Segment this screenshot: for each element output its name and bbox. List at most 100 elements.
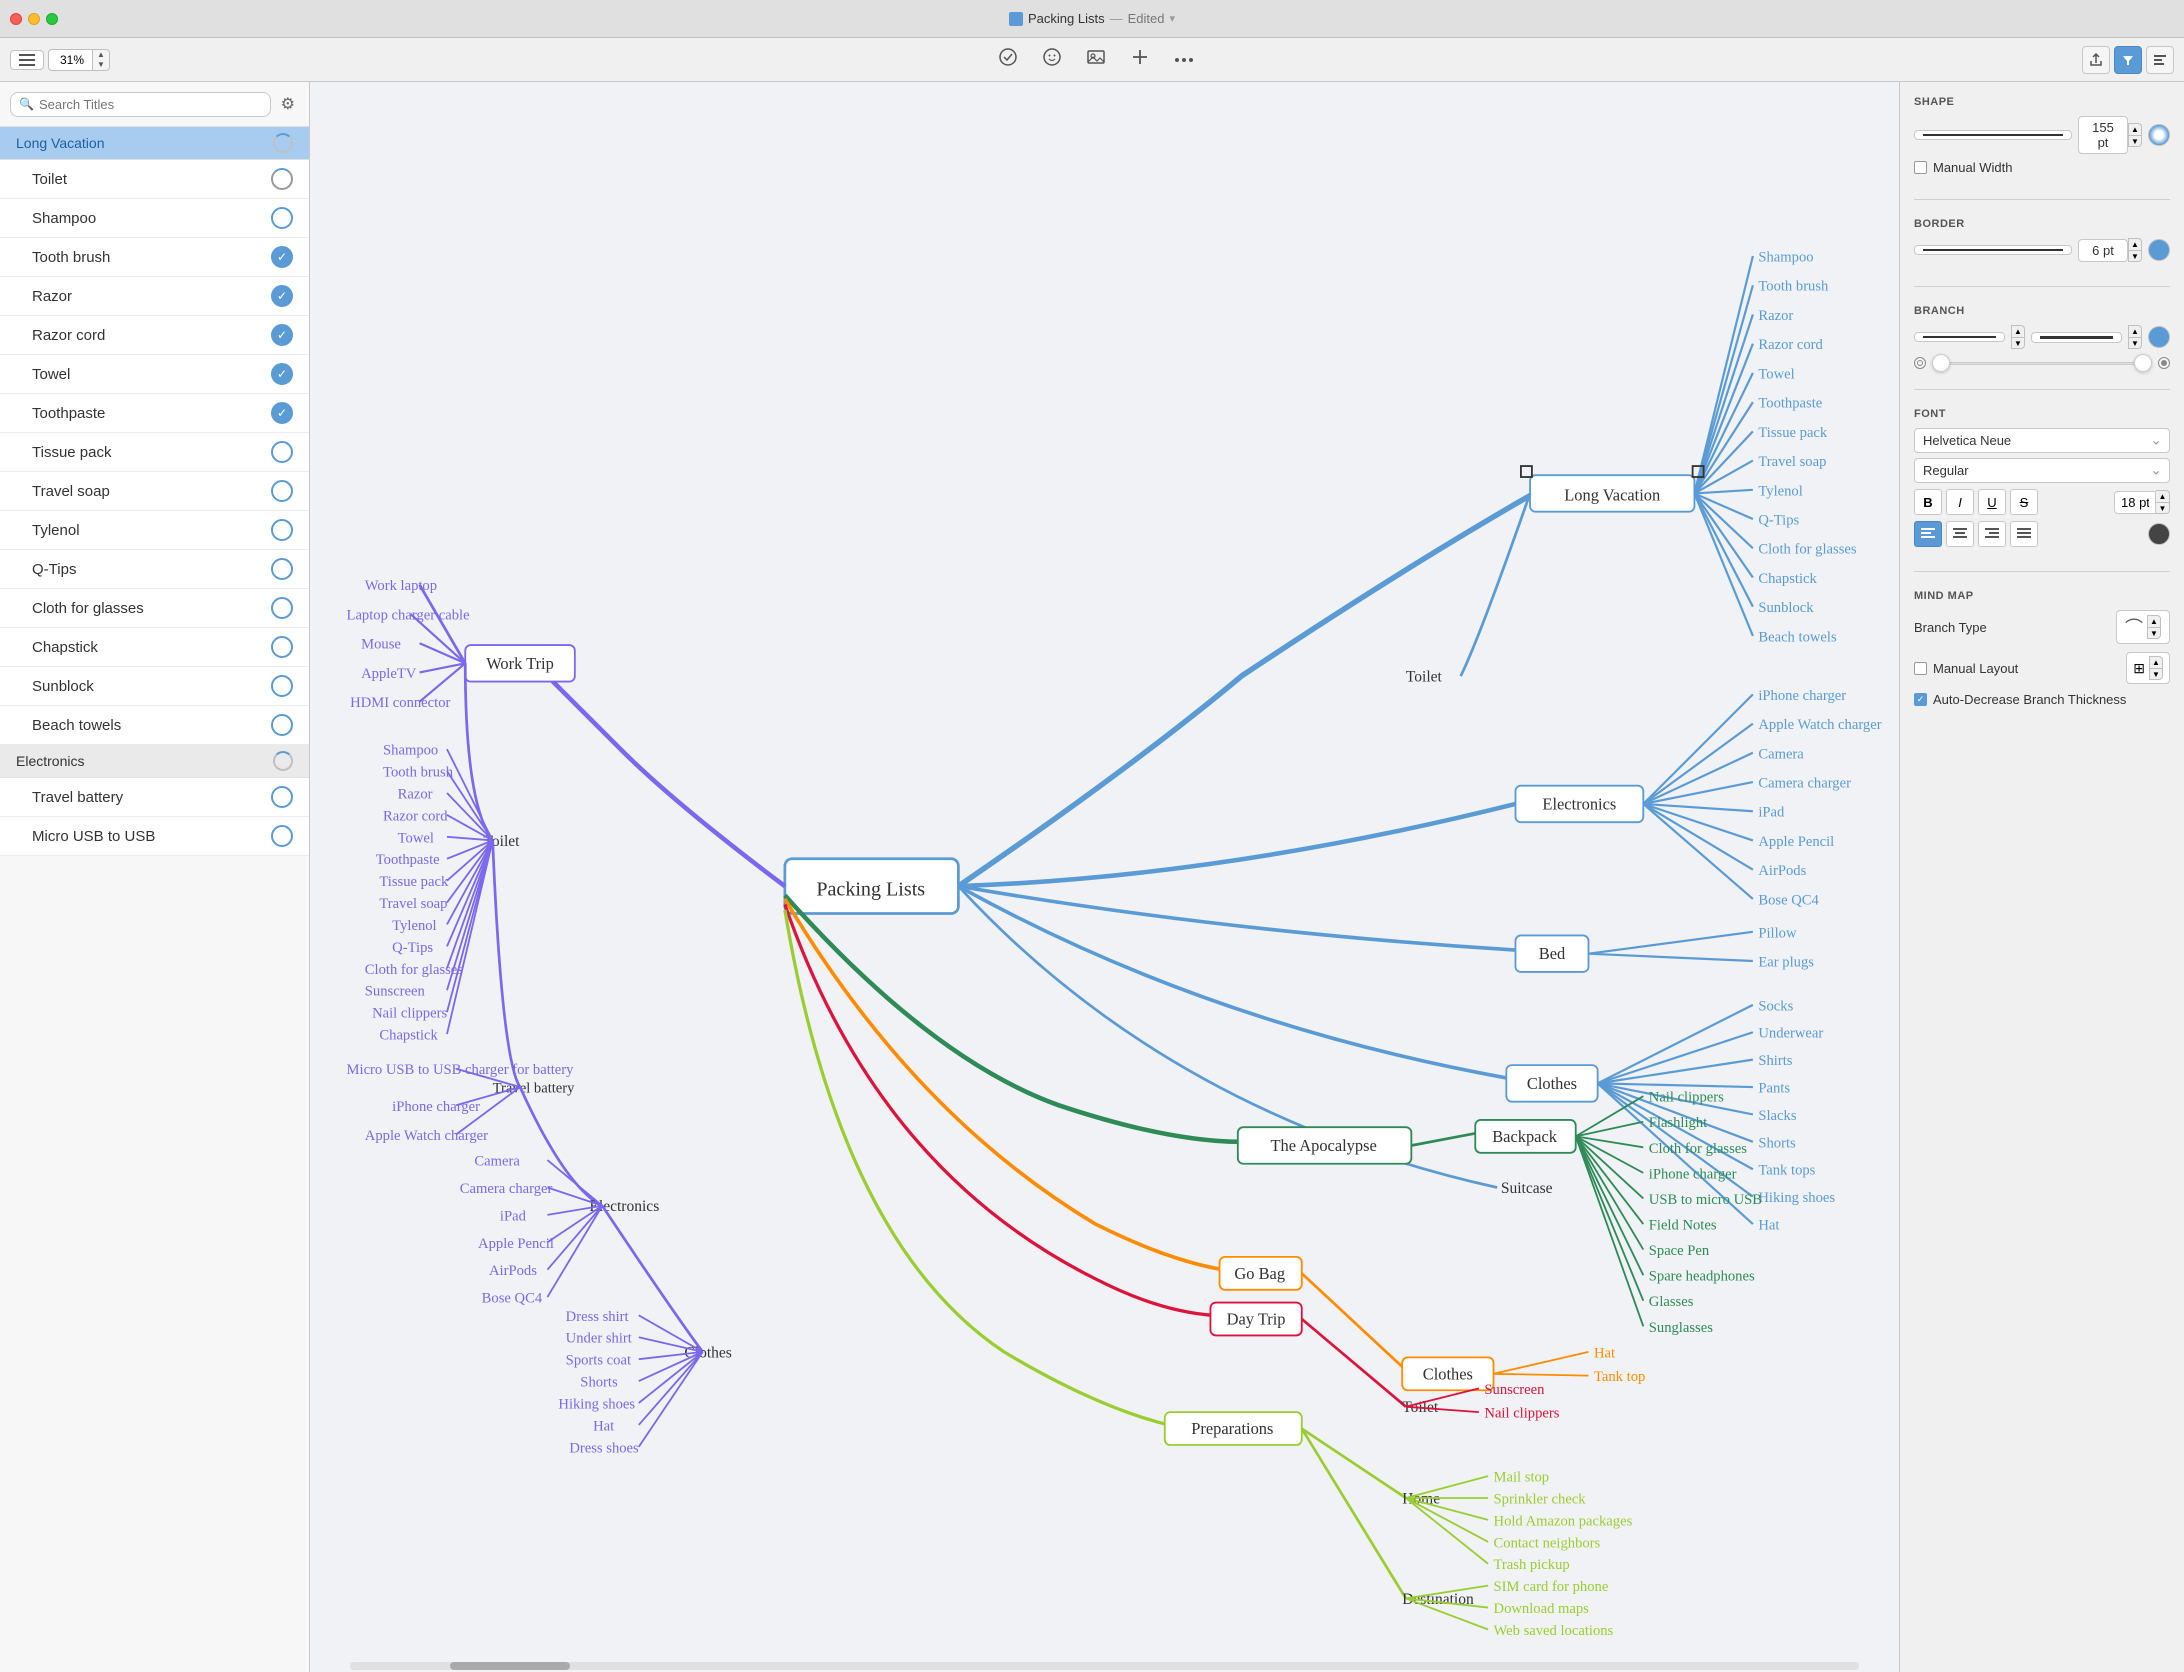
shape-pt-up[interactable]: ▲	[2128, 123, 2142, 135]
chevron-down-icon[interactable]: ▾	[1169, 12, 1175, 25]
sidebar-item-tissue-pack[interactable]: Tissue pack	[0, 433, 309, 472]
border-pt-up[interactable]: ▲	[2128, 238, 2142, 250]
canvas-area[interactable]: Packing Lists Long Vacation Shampoo Toot…	[310, 82, 1899, 1672]
shape-pt-value[interactable]: 155 pt	[2078, 116, 2128, 154]
font-size-down[interactable]: ▼	[2156, 502, 2170, 514]
branch-color-picker[interactable]	[2148, 326, 2170, 348]
shape-pt-down[interactable]: ▼	[2128, 135, 2142, 147]
sidebar-item-chapstick[interactable]: Chapstick	[0, 628, 309, 667]
check-button[interactable]	[990, 43, 1026, 76]
underline-button[interactable]: U	[1978, 489, 2006, 515]
filter-button[interactable]	[2114, 46, 2142, 74]
minimize-button[interactable]	[28, 13, 40, 25]
border-color-picker[interactable]	[2148, 239, 2170, 261]
border-line-style[interactable]	[1914, 245, 2072, 255]
branch-slider-track[interactable]	[1932, 355, 2152, 371]
align-left-button[interactable]	[1914, 521, 1942, 547]
slider-thumb-left[interactable]	[1932, 354, 1950, 372]
font-family-select[interactable]: Helvetica Neue	[1914, 428, 2170, 453]
zoom-up-button[interactable]: ▲	[93, 50, 109, 60]
item-check-sunblock[interactable]	[271, 675, 293, 697]
item-check-towel[interactable]: ✓	[271, 363, 293, 385]
branch-type-down[interactable]: ▼	[2147, 627, 2161, 639]
font-size-input[interactable]	[2114, 491, 2156, 514]
branch-width-up[interactable]: ▲	[2128, 325, 2142, 337]
outline-button[interactable]	[2146, 46, 2174, 74]
sidebar-item-travel-battery[interactable]: Travel battery	[0, 778, 309, 817]
manual-width-checkbox[interactable]	[1914, 161, 1927, 174]
layout-icon-button[interactable]: ⊞ ▲ ▼	[2126, 652, 2170, 684]
shape-line-style[interactable]	[1914, 130, 2072, 140]
item-check-toothpaste[interactable]: ✓	[271, 402, 293, 424]
font-color-picker[interactable]	[2148, 523, 2170, 545]
sidebar-item-label: Tylenol	[32, 522, 80, 539]
item-check-tissue-pack[interactable]	[271, 441, 293, 463]
maximize-button[interactable]	[46, 13, 58, 25]
layout-down[interactable]: ▼	[2149, 668, 2163, 680]
border-pt-down[interactable]: ▼	[2128, 250, 2142, 262]
align-right-button[interactable]	[1978, 521, 2006, 547]
scrollbar-thumb[interactable]	[450, 1662, 570, 1670]
item-check-beach-towels[interactable]	[271, 714, 293, 736]
item-check-tooth-brush[interactable]: ✓	[271, 246, 293, 268]
image-button[interactable]	[1078, 43, 1114, 76]
branch-type-up[interactable]: ▲	[2147, 615, 2161, 627]
manual-layout-checkbox[interactable]	[1914, 662, 1927, 675]
slider-thumb-right[interactable]	[2134, 354, 2152, 372]
sidebar-item-sunblock[interactable]: Sunblock	[0, 667, 309, 706]
item-check-razor-cord[interactable]: ✓	[271, 324, 293, 346]
branch-line-style2[interactable]	[2031, 332, 2122, 343]
face-button[interactable]	[1034, 43, 1070, 76]
close-button[interactable]	[10, 13, 22, 25]
sidebar-toggle-button[interactable]	[10, 50, 44, 70]
sidebar-item-tooth-brush[interactable]: Tooth brush ✓	[0, 238, 309, 277]
bold-button[interactable]: B	[1914, 489, 1942, 515]
sidebar-item-beach-towels[interactable]: Beach towels	[0, 706, 309, 745]
item-check-razor[interactable]: ✓	[271, 285, 293, 307]
item-check-shampoo[interactable]	[271, 207, 293, 229]
branch-style-down[interactable]: ▼	[2011, 337, 2025, 349]
sidebar-item-tylenol[interactable]: Tylenol	[0, 511, 309, 550]
sidebar-group-long-vacation[interactable]: Long Vacation	[0, 127, 309, 160]
sidebar-item-razor-cord[interactable]: Razor cord ✓	[0, 316, 309, 355]
auto-decrease-checkbox[interactable]: ✓	[1914, 693, 1927, 706]
zoom-down-button[interactable]: ▼	[93, 60, 109, 70]
shape-color-picker[interactable]	[2148, 124, 2170, 146]
strikethrough-button[interactable]: S	[2010, 489, 2038, 515]
item-check-q-tips[interactable]	[271, 558, 293, 580]
layout-up[interactable]: ▲	[2149, 656, 2163, 668]
share-button[interactable]	[2082, 46, 2110, 74]
align-center-button[interactable]	[1946, 521, 1974, 547]
italic-button[interactable]: I	[1946, 489, 1974, 515]
sidebar-item-cloth-for-glasses[interactable]: Cloth for glasses	[0, 589, 309, 628]
sidebar-item-micro-usb[interactable]: Micro USB to USB	[0, 817, 309, 856]
item-check-travel-soap[interactable]	[271, 480, 293, 502]
sidebar-item-shampoo[interactable]: Shampoo	[0, 199, 309, 238]
font-style-select[interactable]: Regular	[1914, 458, 2170, 483]
item-check-travel-battery[interactable]	[271, 786, 293, 808]
add-node-button[interactable]	[1122, 43, 1158, 76]
item-check-micro-usb[interactable]	[271, 825, 293, 847]
item-check-toilet[interactable]	[271, 168, 293, 190]
search-input[interactable]	[39, 97, 262, 112]
branch-width-down[interactable]: ▼	[2128, 337, 2142, 349]
sidebar-settings-button[interactable]: ⚙	[277, 90, 299, 118]
item-check-tylenol[interactable]	[271, 519, 293, 541]
align-justify-button[interactable]	[2010, 521, 2038, 547]
branch-line-style1[interactable]	[1914, 332, 2005, 342]
sidebar-item-toilet[interactable]: Toilet	[0, 160, 309, 199]
branch-type-select[interactable]: ⌒ ▲ ▼	[2116, 610, 2170, 644]
sidebar-item-towel[interactable]: Towel ✓	[0, 355, 309, 394]
more-button[interactable]	[1166, 43, 1202, 76]
horizontal-scrollbar[interactable]	[350, 1662, 1859, 1670]
sidebar-item-razor[interactable]: Razor ✓	[0, 277, 309, 316]
border-pt-value[interactable]: 6 pt	[2078, 239, 2128, 262]
font-size-up[interactable]: ▲	[2156, 490, 2170, 502]
branch-style-up[interactable]: ▲	[2011, 325, 2025, 337]
item-check-cloth-for-glasses[interactable]	[271, 597, 293, 619]
sidebar-item-q-tips[interactable]: Q-Tips	[0, 550, 309, 589]
sidebar-item-travel-soap[interactable]: Travel soap	[0, 472, 309, 511]
sidebar-group-electronics[interactable]: Electronics	[0, 745, 309, 778]
item-check-chapstick[interactable]	[271, 636, 293, 658]
sidebar-item-toothpaste[interactable]: Toothpaste ✓	[0, 394, 309, 433]
